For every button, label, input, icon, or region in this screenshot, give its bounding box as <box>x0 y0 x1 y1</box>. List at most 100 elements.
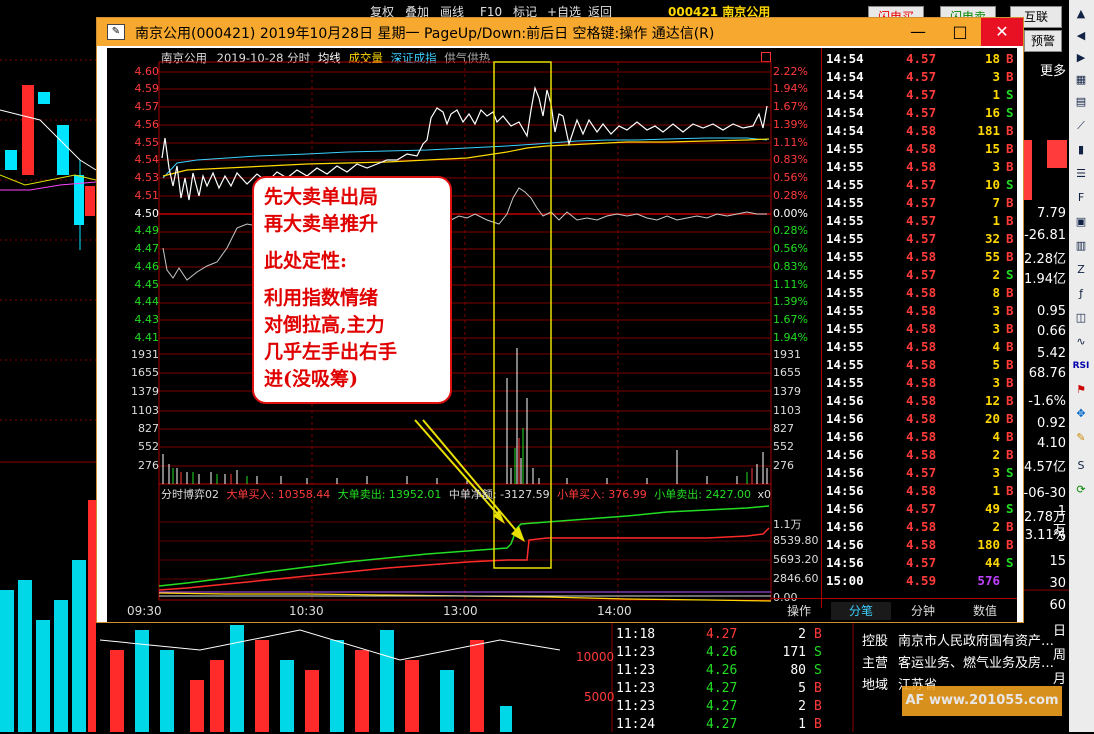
tab-ticks[interactable]: 分笔 <box>831 602 891 620</box>
tab-operation[interactable]: 操作 <box>775 602 823 620</box>
chevron-up-icon[interactable]: ▲ <box>1072 6 1090 22</box>
trade-time: 11:18 <box>616 627 656 642</box>
tick-volume: 10 <box>984 177 1000 192</box>
f10-icon[interactable]: F <box>1072 190 1090 206</box>
tick-time: 14:56 <box>826 393 864 408</box>
tab-minutes[interactable]: 分钟 <box>893 602 953 620</box>
fx-icon[interactable]: ƒ <box>1072 286 1090 302</box>
window-icon[interactable]: ◫ <box>1072 310 1090 326</box>
tick-side: S <box>1006 267 1014 282</box>
book-icon[interactable]: ▥ <box>1072 238 1090 254</box>
tick-row: 14:56 4.58 1 B <box>822 482 1042 500</box>
chevron-right-icon[interactable]: ▶ <box>1072 50 1090 66</box>
pct-label: 1.39% <box>773 118 808 131</box>
annotation-line: 此处定性: <box>264 250 348 272</box>
trade-volume: 2 <box>798 699 806 714</box>
table-icon[interactable]: ▤ <box>1072 94 1090 110</box>
tick-price: 4.57 <box>906 465 937 480</box>
tick-time: 14:56 <box>826 501 864 516</box>
tick-side: B <box>1006 519 1014 534</box>
tick-side: B <box>1006 123 1014 138</box>
alert-button[interactable]: 预警 <box>1024 30 1062 52</box>
tick-time: 14:56 <box>826 447 864 462</box>
trade-price: 4.26 <box>706 645 738 660</box>
price-label: 4.41 <box>134 331 160 344</box>
business-label: 主营 <box>862 656 889 671</box>
intraday-chart <box>158 61 772 602</box>
move-icon[interactable]: ✥ <box>1072 406 1090 422</box>
period-button[interactable]: 60 <box>1046 598 1066 613</box>
trade-volume: 2 <box>798 627 806 642</box>
tick-volume: 576 <box>977 573 1000 588</box>
panel-more[interactable]: 更多 <box>1040 60 1066 79</box>
price-label: 4.59 <box>134 82 160 95</box>
pencil-icon[interactable]: ✎ <box>1072 430 1090 446</box>
rsi-icon[interactable]: RSI <box>1072 358 1090 374</box>
tick-time: 14:55 <box>826 213 864 228</box>
volume-label: 276 <box>138 459 159 472</box>
trade-side: B <box>814 699 822 714</box>
volume-label: 1931 <box>131 348 159 361</box>
volume-axis-label: 5000 <box>584 690 615 704</box>
tick-side: S <box>1006 87 1014 102</box>
tick-side: B <box>1006 69 1014 84</box>
small-sell-value: 小单卖出: 2427.00 <box>654 488 751 501</box>
tab-values[interactable]: 数值 <box>955 602 1015 620</box>
pct-label: 1.39% <box>773 295 808 308</box>
chevron-left-icon[interactable]: ◀ <box>1072 28 1090 44</box>
fs-icon[interactable]: S <box>1072 458 1090 474</box>
tick-volume: 180 <box>977 537 1000 552</box>
close-button[interactable]: ✕ <box>981 18 1023 46</box>
pct-label: 0.83% <box>773 153 808 166</box>
tick-row: 14:54 4.57 18 B <box>822 50 1042 68</box>
tick-volume: 4 <box>992 339 1000 354</box>
volume-label: 552 <box>138 440 159 453</box>
tick-row: 14:55 4.58 3 B <box>822 320 1042 338</box>
trade-price: 4.27 <box>706 699 738 714</box>
tick-volume: 49 <box>984 501 1000 516</box>
title-bar[interactable]: ✎ 南京公用(000421) 2019年10月28日 星期一 PageUp/Do… <box>97 18 1023 46</box>
price-label: 4.60 <box>134 65 160 78</box>
period-button[interactable]: 30 <box>1046 576 1066 591</box>
pct-label: 2.22% <box>773 65 808 78</box>
tick-volume: 8 <box>992 285 1000 300</box>
tick-time: 14:55 <box>826 357 864 372</box>
big-sell-value: 大单卖出: 13952.01 <box>337 488 442 501</box>
period-button[interactable]: 15 <box>1046 554 1066 569</box>
trade-price: 4.27 <box>706 717 738 732</box>
minimize-button[interactable]: — <box>897 18 939 46</box>
tick-side: B <box>1006 231 1014 246</box>
game-label: 2846.60 <box>773 572 819 585</box>
candlestick-icon[interactable]: ▮ <box>1072 142 1090 158</box>
tick-side: S <box>1006 465 1014 480</box>
tick-price: 4.58 <box>906 357 937 372</box>
fz-icon[interactable]: Z <box>1072 262 1090 278</box>
price-label: 4.45 <box>134 278 160 291</box>
tick-row: 14:55 4.58 4 B <box>822 338 1042 356</box>
tick-time: 14:55 <box>826 177 864 192</box>
line-chart-icon[interactable]: ⟋ <box>1072 118 1090 134</box>
tick-volume: 2 <box>992 447 1000 462</box>
period-button[interactable]: 5 <box>1048 530 1066 545</box>
list-icon[interactable]: ☰ <box>1072 166 1090 182</box>
tick-row: 14:55 4.57 1 B <box>822 212 1042 230</box>
flag-icon[interactable]: ⚑ <box>1072 382 1090 398</box>
tick-price: 4.59 <box>906 573 937 588</box>
annotation-line: 几乎左手出右手 <box>264 341 398 363</box>
tick-side: B <box>1006 357 1014 372</box>
tick-price: 4.58 <box>906 303 937 318</box>
tick-time: 14:54 <box>826 69 864 84</box>
wave-icon[interactable]: ∿ <box>1072 334 1090 350</box>
maximize-button[interactable]: □ <box>939 18 981 46</box>
tick-volume: 1 <box>992 483 1000 498</box>
tick-volume: 2 <box>992 519 1000 534</box>
holder-value: 南京市人民政府国有资产… <box>898 634 1055 649</box>
tick-time: 15:00 <box>826 573 864 588</box>
refresh-icon[interactable]: ⟳ <box>1072 482 1090 498</box>
tick-volume: 1 <box>992 87 1000 102</box>
price-axis-left: 4.60 4.59 4.57 4.56 4.55 4.54 4.53 4.51 … <box>107 48 159 608</box>
document-icon[interactable]: ▣ <box>1072 214 1090 230</box>
grid-icon[interactable]: ▦ <box>1072 72 1090 88</box>
trade-volume: 5 <box>798 681 806 696</box>
game-label: 1.1万 <box>773 518 802 531</box>
